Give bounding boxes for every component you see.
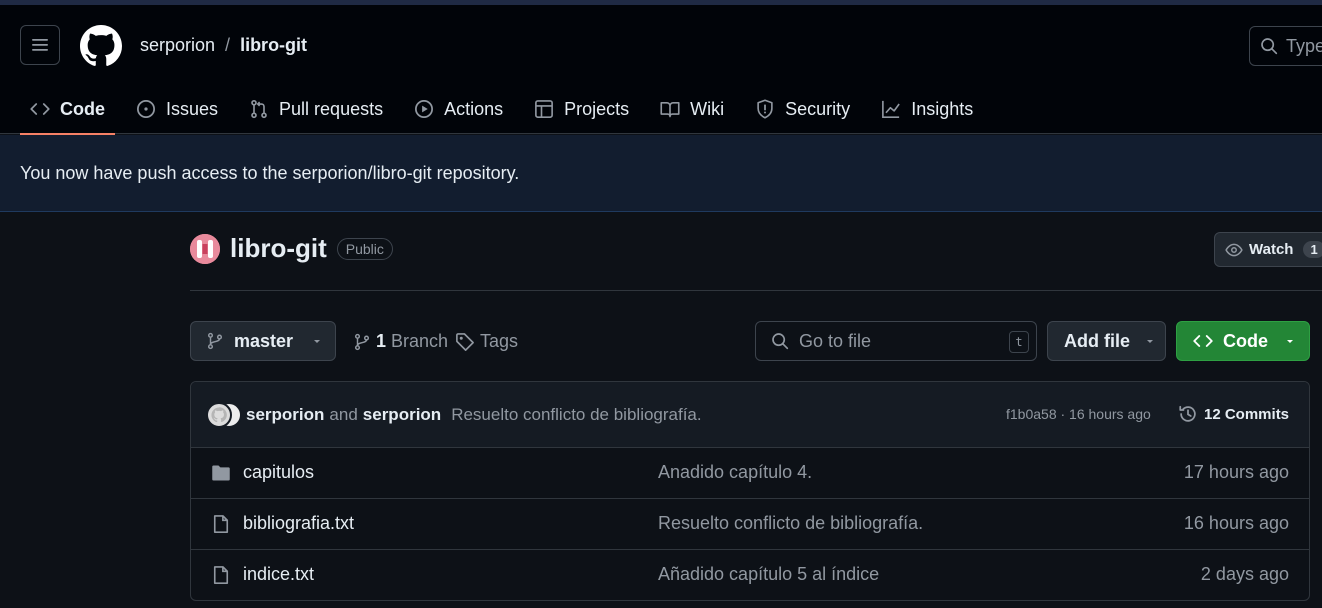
commit-and-text: and — [329, 404, 358, 424]
tab-label: Security — [785, 98, 851, 119]
add-file-button[interactable]: Add file — [1047, 321, 1166, 361]
code-icon — [1193, 335, 1213, 347]
tab-label: Actions — [444, 98, 504, 119]
branch-icon — [354, 333, 370, 350]
commits-link[interactable]: 12 Commits — [1178, 404, 1289, 424]
code-button[interactable]: Code — [1176, 321, 1310, 361]
file-commit-time: 17 hours ago — [1183, 462, 1289, 482]
file-name[interactable]: indice.txt — [243, 564, 314, 585]
commit-avatars[interactable] — [206, 401, 246, 428]
file-commit-time: 16 hours ago — [1183, 513, 1289, 533]
latest-commit-bar: serporion and serporion Resuelto conflic… — [191, 382, 1309, 448]
visibility-badge: Public — [336, 237, 393, 260]
table-icon — [535, 100, 554, 118]
commits-count: 12 Commits — [1204, 405, 1290, 423]
avatar-image — [190, 233, 220, 264]
branch-icon — [207, 332, 223, 350]
tab-projects[interactable]: Projects — [524, 85, 639, 133]
file-commit-time: 2 days ago — [1200, 564, 1289, 584]
go-to-file-placeholder: Go to file — [799, 330, 872, 351]
file-commit-message[interactable]: Añadido capítulo 5 al índice — [658, 564, 879, 585]
book-icon — [660, 101, 680, 118]
repo-link[interactable]: libro-git — [240, 35, 307, 56]
file-name[interactable]: capitulos — [243, 462, 314, 483]
breadcrumb: serporion / libro-git — [140, 35, 307, 56]
search-icon — [772, 333, 789, 350]
file-browser: serporion and serporion Resuelto conflic… — [190, 381, 1310, 601]
tab-label: Pull requests — [279, 98, 384, 119]
tab-code[interactable]: Code — [20, 85, 115, 135]
code-button-label: Code — [1223, 330, 1268, 351]
search-icon — [1261, 38, 1278, 55]
file-row[interactable]: bibliografia.txt Resuelto conflicto de b… — [191, 499, 1309, 550]
github-logo-icon — [211, 406, 227, 422]
folder-icon — [212, 465, 230, 481]
flash-message: You now have push access to the serporio… — [20, 162, 520, 183]
tab-actions[interactable]: Actions — [404, 85, 513, 133]
search-input[interactable]: Type — [1249, 26, 1322, 66]
file-row[interactable]: indice.txt Añadido capítulo 5 al índice … — [191, 550, 1309, 600]
tags-link[interactable]: Tags — [455, 331, 518, 352]
tab-issues[interactable]: Issues — [126, 85, 228, 133]
commit-author-2[interactable]: serporion — [363, 405, 441, 425]
file-icon — [213, 566, 229, 584]
header-divider — [190, 290, 1322, 291]
branch-name: master — [234, 330, 294, 351]
tab-pull-requests[interactable]: Pull requests — [239, 85, 393, 133]
file-icon — [213, 515, 229, 533]
menu-button[interactable] — [20, 25, 60, 65]
tab-label: Insights — [911, 98, 974, 119]
watch-label: Watch — [1249, 241, 1294, 258]
branches-link[interactable]: 1 Branch — [353, 331, 448, 352]
repo-title[interactable]: libro-git — [230, 233, 327, 264]
caret-down-icon — [314, 340, 321, 343]
eye-icon — [1225, 243, 1243, 256]
github-logo-icon[interactable] — [80, 25, 122, 67]
branch-select-button[interactable]: master — [190, 321, 336, 361]
file-commit-message[interactable]: Resuelto conflicto de bibliografía. — [658, 513, 923, 534]
repo-nav: Code Issues Pull requests Actions Projec… — [20, 85, 994, 135]
history-icon — [1179, 405, 1196, 422]
file-commit-message[interactable]: Anadido capítulo 4. — [658, 462, 812, 483]
file-name[interactable]: bibliografia.txt — [243, 513, 354, 534]
branch-label: Branch — [391, 331, 449, 351]
tag-icon — [456, 332, 474, 351]
app-header: serporion / libro-git Type Code Issues P… — [0, 5, 1322, 135]
search-placeholder: Type — [1286, 35, 1322, 56]
tab-label: Code — [60, 98, 105, 119]
tab-wiki[interactable]: Wiki — [650, 85, 734, 133]
flash-banner: You now have push access to the serporio… — [0, 135, 1322, 212]
watch-count: 1 — [1303, 241, 1322, 258]
tab-label: Wiki — [690, 98, 725, 119]
add-file-label: Add file — [1064, 330, 1130, 351]
commit-message[interactable]: Resuelto conflicto de bibliografía. — [451, 405, 701, 425]
repo-owner-avatar[interactable] — [190, 233, 220, 264]
repo-header: libro-git Public — [190, 233, 393, 264]
breadcrumb-separator: / — [225, 35, 231, 55]
pull-request-icon — [251, 99, 267, 119]
shield-icon — [757, 99, 773, 119]
tags-label: Tags — [480, 331, 519, 351]
play-icon — [415, 100, 434, 118]
watch-button[interactable]: Watch 1 — [1214, 232, 1322, 267]
commit-author-1[interactable]: serporion — [246, 405, 324, 425]
tab-label: Issues — [166, 98, 219, 119]
issue-icon — [137, 100, 155, 118]
caret-down-icon — [1287, 340, 1293, 343]
tab-security[interactable]: Security — [745, 85, 860, 133]
file-row[interactable]: capitulos Anadido capítulo 4. 17 hours a… — [191, 448, 1309, 499]
branch-count: 1 — [376, 331, 387, 351]
tab-insights[interactable]: Insights — [871, 85, 983, 133]
graph-icon — [882, 100, 900, 118]
tab-label: Projects — [564, 98, 630, 119]
keyboard-shortcut-hint: t — [1009, 331, 1029, 353]
owner-link[interactable]: serporion — [140, 35, 215, 56]
caret-down-icon — [1147, 340, 1153, 343]
code-icon — [30, 103, 50, 115]
commit-hash-time[interactable]: f1b0a58 · 16 hours ago — [1006, 406, 1151, 422]
avatar — [206, 401, 232, 428]
go-to-file-input[interactable]: Go to file t — [755, 321, 1037, 361]
hamburger-icon — [32, 39, 48, 51]
